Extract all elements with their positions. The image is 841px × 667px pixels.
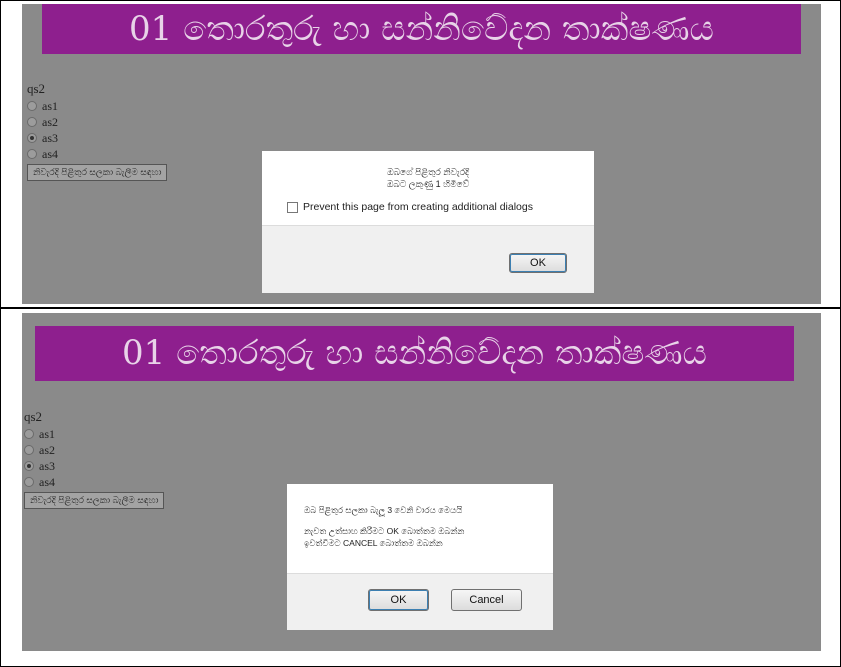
top-screenshot-panel: 01 තොරතුරු හා සන්නිවේදන තාක්ෂණය qs2 as1 … <box>22 4 821 304</box>
bottom-option-4[interactable]: as4 <box>24 474 164 490</box>
bottom-question-label: qs2 <box>24 409 43 424</box>
top-banner-title: 01 තොරතුරු හා සන්නිවේදන තාක්ෂණය <box>129 9 714 49</box>
bottom-option-2[interactable]: as2 <box>24 442 164 458</box>
bottom-option-1[interactable]: as1 <box>24 426 164 442</box>
bottom-banner-title: 01 තොරතුරු හා සන්නිවේදන තාක්ෂණය <box>122 333 707 373</box>
bottom-course-banner: 01 තොරතුරු හා සන්නිවේදන තාක්ෂණය <box>35 326 794 381</box>
bottom-screenshot-panel: 01 තොරතුරු හා සන්නිවේදන තාක්ෂණය qs2 as1 … <box>22 313 821 651</box>
top-dialog-footer: OK <box>262 225 594 293</box>
bottom-dialog-footer: OK Cancel <box>287 573 553 630</box>
bottom-submit-button[interactable]: නිවැරදි පිළිතුර සලකා බැලීම සඳහා <box>24 492 165 509</box>
bottom-ok-button[interactable]: OK <box>368 589 429 611</box>
top-option-4[interactable]: as4 <box>27 146 167 162</box>
bottom-dialog-message-line1: ඔබ පිළිතුර සලකා බැලූ 3 වෙනි වාරය මෙයයි <box>304 505 463 515</box>
bottom-confirm-dialog: ඔබ පිළිතුර සලකා බැලූ 3 වෙනි වාරය මෙයයි න… <box>287 484 553 630</box>
radio-icon[interactable] <box>27 101 37 111</box>
radio-checked-icon[interactable] <box>24 461 34 471</box>
panel-divider <box>0 307 841 309</box>
top-alert-dialog: ඔබගේ පිළිතුර නිවැරදි ඔබට ලකුණු 1 හිමිවේ … <box>262 151 594 293</box>
top-submit-button[interactable]: නිවැරදි පිළිතුර සලකා බැලීම සඳහා <box>27 164 168 181</box>
top-option-2[interactable]: as2 <box>27 114 167 130</box>
top-ok-button[interactable]: OK <box>509 253 567 273</box>
top-dialog-message-line1: ඔබගේ පිළිතුර නිවැරදි <box>386 167 470 177</box>
checkbox-icon[interactable] <box>287 201 298 213</box>
radio-icon[interactable] <box>24 477 34 487</box>
radio-icon[interactable] <box>24 429 34 439</box>
top-question-label: qs2 <box>27 81 46 96</box>
top-course-banner: 01 තොරතුරු හා සන්නිවේදන තාක්ෂණය <box>42 4 801 54</box>
bottom-option-3[interactable]: as3 <box>24 458 164 474</box>
top-dialog-checkbox-label: Prevent this page from creating addition… <box>303 201 533 213</box>
bottom-dialog-message-line2: නැවත උත්සාහ කිරීමට OK බොත්තම ඔබන්න <box>304 526 465 536</box>
top-dialog-checkbox-row[interactable]: Prevent this page from creating addition… <box>287 201 533 213</box>
bottom-dialog-message-line3: ඉවත්වීමට CANCEL බොත්තම ඔබන්න <box>304 538 443 548</box>
radio-checked-icon[interactable] <box>27 133 37 143</box>
top-dialog-message-line2: ඔබට ලකුණු 1 හිමිවේ <box>386 179 470 189</box>
radio-icon[interactable] <box>27 149 37 159</box>
top-option-1[interactable]: as1 <box>27 98 167 114</box>
top-option-3[interactable]: as3 <box>27 130 167 146</box>
top-question-block: qs2 as1 as2 as3 as4 නිවැරදි පිළිතුර සලකා… <box>27 81 168 181</box>
bottom-cancel-button[interactable]: Cancel <box>451 589 522 611</box>
radio-icon[interactable] <box>24 445 34 455</box>
bottom-question-block: qs2 as1 as2 as3 as4 නිවැරදි පිළිතුර සලකා… <box>24 409 165 509</box>
radio-icon[interactable] <box>27 117 37 127</box>
